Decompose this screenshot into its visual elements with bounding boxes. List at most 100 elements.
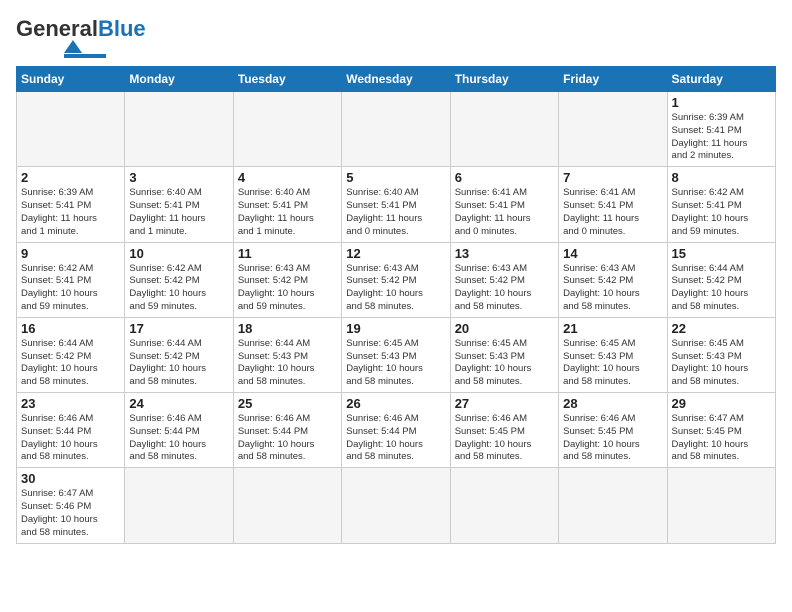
day-number: 11	[238, 246, 337, 261]
calendar-cell: 23Sunrise: 6:46 AM Sunset: 5:44 PM Dayli…	[17, 393, 125, 468]
day-number: 8	[672, 170, 771, 185]
day-info: Sunrise: 6:45 AM Sunset: 5:43 PM Dayligh…	[346, 338, 445, 389]
calendar-cell	[450, 468, 558, 543]
logo-blue-text: Blue	[98, 16, 146, 42]
day-number: 27	[455, 396, 554, 411]
day-number: 16	[21, 321, 120, 336]
weekday-header-saturday: Saturday	[667, 67, 775, 92]
logo: General Blue	[16, 16, 146, 58]
day-number: 14	[563, 246, 662, 261]
day-number: 2	[21, 170, 120, 185]
calendar-cell: 13 Sunrise: 6:43 AM Sunset: 5:42 PM Dayli…	[450, 242, 558, 317]
day-info: Sunrise: 6:45 AM Sunset: 5:43 PM Dayligh…	[563, 338, 662, 389]
week-row-4: 16 Sunrise: 6:44 AM Sunset: 5:42 PM Dayli…	[17, 317, 776, 392]
day-info: Sunrise: 6:46 AM Sunset: 5:44 PM Dayligh…	[21, 413, 120, 464]
calendar-cell: 26 Sunrise: 6:46 AM Sunset: 5:44 PM Dayli…	[342, 393, 450, 468]
day-number: 5	[346, 170, 445, 185]
calendar-cell: 4 Sunrise: 6:40 AM Sunset: 5:41 PM Daylig…	[233, 167, 341, 242]
calendar-cell: 12Sunrise: 6:43 AM Sunset: 5:42 PM Dayli…	[342, 242, 450, 317]
weekday-header-friday: Friday	[559, 67, 667, 92]
day-number: 25	[238, 396, 337, 411]
day-number: 13	[455, 246, 554, 261]
day-info: Sunrise: 6:41 AM Sunset: 5:41 PM Dayligh…	[455, 187, 554, 238]
calendar-cell	[342, 92, 450, 167]
calendar-cell	[559, 468, 667, 543]
calendar-cell	[125, 468, 233, 543]
weekday-header-monday: Monday	[125, 67, 233, 92]
calendar-cell: 6 Sunrise: 6:41 AM Sunset: 5:41 PM Daylig…	[450, 167, 558, 242]
calendar-table: SundayMondayTuesdayWednesdayThursdayFrid…	[16, 66, 776, 544]
day-number: 17	[129, 321, 228, 336]
calendar-cell	[450, 92, 558, 167]
day-info: Sunrise: 6:44 AM Sunset: 5:42 PM Dayligh…	[129, 338, 228, 389]
day-info: Sunrise: 6:44 AM Sunset: 5:43 PM Dayligh…	[238, 338, 337, 389]
day-info: Sunrise: 6:40 AM Sunset: 5:41 PM Dayligh…	[346, 187, 445, 238]
calendar-cell: 21Sunrise: 6:45 AM Sunset: 5:43 PM Dayli…	[559, 317, 667, 392]
calendar-cell: 24 Sunrise: 6:46 AM Sunset: 5:44 PM Dayli…	[125, 393, 233, 468]
calendar-cell: 1 Sunrise: 6:39 AM Sunset: 5:41 PM Daylig…	[667, 92, 775, 167]
day-number: 15	[672, 246, 771, 261]
day-number: 30	[21, 471, 120, 486]
day-number: 18	[238, 321, 337, 336]
day-number: 4	[238, 170, 337, 185]
day-info: Sunrise: 6:46 AM Sunset: 5:44 PM Dayligh…	[346, 413, 445, 464]
calendar-cell: 15 Sunrise: 6:44 AM Sunset: 5:42 PM Dayli…	[667, 242, 775, 317]
calendar-cell: 18 Sunrise: 6:44 AM Sunset: 5:43 PM Dayli…	[233, 317, 341, 392]
calendar-cell: 22Sunrise: 6:45 AM Sunset: 5:43 PM Dayli…	[667, 317, 775, 392]
calendar-cell: 7Sunrise: 6:41 AM Sunset: 5:41 PM Daylig…	[559, 167, 667, 242]
day-info: Sunrise: 6:39 AM Sunset: 5:41 PM Dayligh…	[672, 112, 771, 163]
calendar-cell: 20 Sunrise: 6:45 AM Sunset: 5:43 PM Dayli…	[450, 317, 558, 392]
day-number: 24	[129, 396, 228, 411]
day-number: 19	[346, 321, 445, 336]
day-info: Sunrise: 6:40 AM Sunset: 5:41 PM Dayligh…	[238, 187, 337, 238]
calendar-cell: 30 Sunrise: 6:47 AM Sunset: 5:46 PM Dayli…	[17, 468, 125, 543]
day-info: Sunrise: 6:47 AM Sunset: 5:45 PM Dayligh…	[672, 413, 771, 464]
day-number: 9	[21, 246, 120, 261]
day-info: Sunrise: 6:46 AM Sunset: 5:44 PM Dayligh…	[238, 413, 337, 464]
day-number: 3	[129, 170, 228, 185]
day-number: 1	[672, 95, 771, 110]
day-info: Sunrise: 6:43 AM Sunset: 5:42 PM Dayligh…	[563, 263, 662, 314]
calendar-cell	[342, 468, 450, 543]
day-info: Sunrise: 6:41 AM Sunset: 5:41 PM Dayligh…	[563, 187, 662, 238]
calendar-cell	[559, 92, 667, 167]
day-info: Sunrise: 6:45 AM Sunset: 5:43 PM Dayligh…	[455, 338, 554, 389]
weekday-header-row: SundayMondayTuesdayWednesdayThursdayFrid…	[17, 67, 776, 92]
calendar-cell: 17 Sunrise: 6:44 AM Sunset: 5:42 PM Dayli…	[125, 317, 233, 392]
day-info: Sunrise: 6:42 AM Sunset: 5:42 PM Dayligh…	[129, 263, 228, 314]
day-info: Sunrise: 6:44 AM Sunset: 5:42 PM Dayligh…	[21, 338, 120, 389]
calendar-cell: 28Sunrise: 6:46 AM Sunset: 5:45 PM Dayli…	[559, 393, 667, 468]
day-info: Sunrise: 6:40 AM Sunset: 5:41 PM Dayligh…	[129, 187, 228, 238]
calendar-cell: 10Sunrise: 6:42 AM Sunset: 5:42 PM Dayli…	[125, 242, 233, 317]
day-info: Sunrise: 6:44 AM Sunset: 5:42 PM Dayligh…	[672, 263, 771, 314]
calendar-cell: 3 Sunrise: 6:40 AM Sunset: 5:41 PM Daylig…	[125, 167, 233, 242]
day-info: Sunrise: 6:46 AM Sunset: 5:45 PM Dayligh…	[563, 413, 662, 464]
calendar-cell: 25 Sunrise: 6:46 AM Sunset: 5:44 PM Dayli…	[233, 393, 341, 468]
calendar-cell	[17, 92, 125, 167]
day-number: 6	[455, 170, 554, 185]
day-info: Sunrise: 6:43 AM Sunset: 5:42 PM Dayligh…	[455, 263, 554, 314]
calendar-cell: 27Sunrise: 6:46 AM Sunset: 5:45 PM Dayli…	[450, 393, 558, 468]
calendar-cell: 9 Sunrise: 6:42 AM Sunset: 5:41 PM Daylig…	[17, 242, 125, 317]
day-info: Sunrise: 6:42 AM Sunset: 5:41 PM Dayligh…	[21, 263, 120, 314]
calendar-cell: 16 Sunrise: 6:44 AM Sunset: 5:42 PM Dayli…	[17, 317, 125, 392]
weekday-header-wednesday: Wednesday	[342, 67, 450, 92]
day-number: 20	[455, 321, 554, 336]
day-number: 29	[672, 396, 771, 411]
day-info: Sunrise: 6:47 AM Sunset: 5:46 PM Dayligh…	[21, 488, 120, 539]
calendar-cell: 29 Sunrise: 6:47 AM Sunset: 5:45 PM Dayli…	[667, 393, 775, 468]
calendar-cell: 11Sunrise: 6:43 AM Sunset: 5:42 PM Dayli…	[233, 242, 341, 317]
day-number: 12	[346, 246, 445, 261]
calendar-cell: 5 Sunrise: 6:40 AM Sunset: 5:41 PM Daylig…	[342, 167, 450, 242]
day-info: Sunrise: 6:42 AM Sunset: 5:41 PM Dayligh…	[672, 187, 771, 238]
weekday-header-thursday: Thursday	[450, 67, 558, 92]
day-info: Sunrise: 6:46 AM Sunset: 5:44 PM Dayligh…	[129, 413, 228, 464]
day-number: 26	[346, 396, 445, 411]
calendar-cell	[233, 468, 341, 543]
calendar-cell: 14 Sunrise: 6:43 AM Sunset: 5:42 PM Dayli…	[559, 242, 667, 317]
week-row-5: 23Sunrise: 6:46 AM Sunset: 5:44 PM Dayli…	[17, 393, 776, 468]
header: General Blue	[16, 16, 776, 58]
calendar-cell	[233, 92, 341, 167]
day-number: 22	[672, 321, 771, 336]
week-row-2: 2Sunrise: 6:39 AM Sunset: 5:41 PM Daylig…	[17, 167, 776, 242]
